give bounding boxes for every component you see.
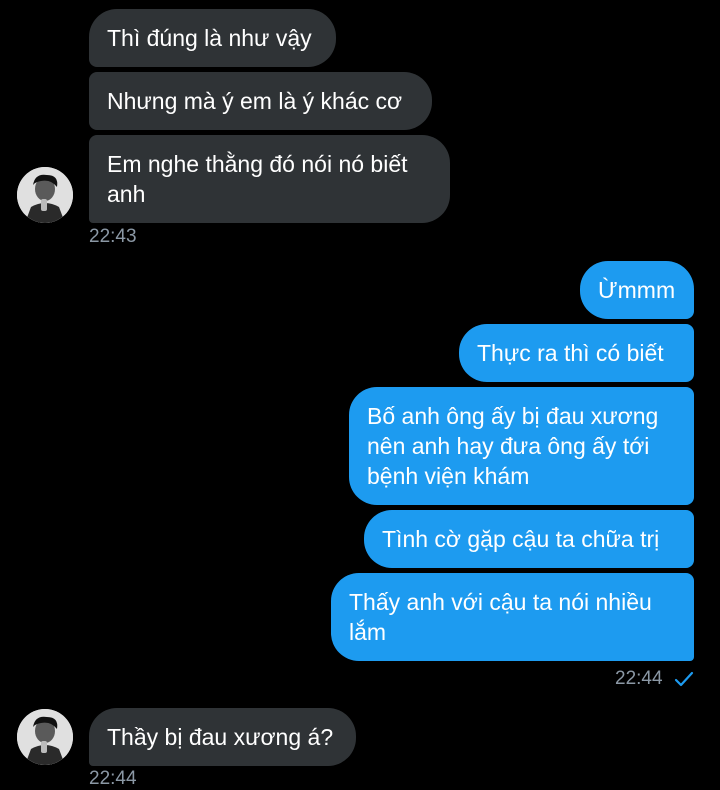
contact-avatar-icon[interactable] <box>17 709 73 765</box>
message-bubble-incoming[interactable]: Thầy bị đau xương á? <box>89 708 356 766</box>
message-text: Nhưng mà ý em là ý khác cơ <box>107 88 403 114</box>
message-bubble-outgoing[interactable]: Bố anh ông ấy bị đau xương nên anh hay đ… <box>349 387 694 505</box>
message-bubble-outgoing[interactable]: Tình cờ gặp cậu ta chữa trị <box>364 510 694 568</box>
message-bubble-outgoing[interactable]: Thực ra thì có biết <box>459 324 694 382</box>
checkmark-icon <box>674 671 694 687</box>
message-bubble-incoming[interactable]: Em nghe thằng đó nói nó biết anh <box>89 135 450 223</box>
message-text: Em nghe thằng đó nói nó biết anh <box>107 151 408 207</box>
timestamp: 22:43 <box>89 226 137 247</box>
message-text: Ừmmm <box>598 277 676 303</box>
message-bubble-outgoing[interactable]: Thấy anh với cậu ta nói nhiều lắm <box>331 573 694 661</box>
message-bubble-incoming[interactable]: Thì đúng là như vậy <box>89 9 336 67</box>
message-text: Thì đúng là như vậy <box>107 25 312 51</box>
message-text: Tình cờ gặp cậu ta chữa trị <box>382 526 660 552</box>
message-text: Thầy bị đau xương á? <box>107 724 334 750</box>
message-text: Thấy anh với cậu ta nói nhiều lắm <box>349 589 652 645</box>
timestamp: 22:44 <box>89 768 137 789</box>
message-text: Bố anh ông ấy bị đau xương nên anh hay đ… <box>367 403 659 489</box>
message-text: Thực ra thì có biết <box>477 340 664 366</box>
contact-avatar-icon[interactable] <box>17 167 73 223</box>
message-bubble-incoming[interactable]: Nhưng mà ý em là ý khác cơ <box>89 72 432 130</box>
timestamp: 22:44 <box>615 668 663 689</box>
message-bubble-outgoing[interactable]: Ừmmm <box>580 261 694 319</box>
